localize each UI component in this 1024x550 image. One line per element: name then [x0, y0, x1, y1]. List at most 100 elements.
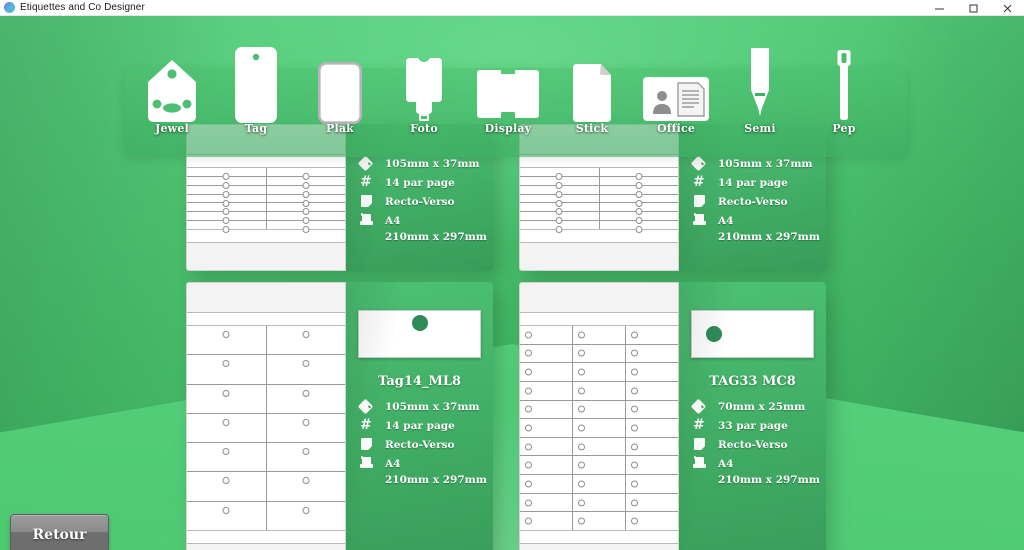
label-cell[interactable]: [573, 326, 626, 344]
label-cell[interactable]: [267, 414, 346, 442]
label-cell[interactable]: [520, 185, 600, 198]
toolbar-item-jewel[interactable]: Jewel: [126, 47, 218, 157]
label-cell[interactable]: [520, 381, 573, 400]
label-cell[interactable]: [626, 438, 678, 456]
label-cell[interactable]: [573, 493, 626, 512]
label-cell[interactable]: [267, 355, 346, 383]
label-cell[interactable]: [267, 195, 346, 207]
label-cell[interactable]: [187, 221, 267, 234]
label-cell[interactable]: [520, 363, 573, 381]
office-badge-icon: [636, 47, 716, 124]
label-grid-row: [187, 176, 346, 189]
label-cell[interactable]: [600, 212, 679, 225]
label-cell[interactable]: [626, 326, 678, 344]
label-cell[interactable]: [626, 401, 678, 419]
page-layout-preview[interactable]: [186, 282, 346, 550]
label-cell[interactable]: [187, 384, 267, 413]
label-cell[interactable]: [573, 419, 626, 437]
label-cell[interactable]: [520, 512, 573, 531]
label-cell[interactable]: [187, 168, 267, 180]
label-cell[interactable]: [187, 501, 267, 530]
toolbar-item-semi[interactable]: Semi: [714, 47, 806, 157]
label-cell[interactable]: [626, 512, 678, 530]
label-cell[interactable]: [520, 176, 600, 189]
label-cell[interactable]: [600, 168, 679, 180]
label-cell[interactable]: [187, 203, 267, 216]
label-cell[interactable]: [626, 419, 678, 437]
label-cell[interactable]: [573, 381, 626, 400]
label-cell[interactable]: [573, 344, 626, 363]
label-cell[interactable]: [573, 400, 626, 419]
close-button[interactable]: [990, 0, 1024, 16]
label-cell[interactable]: [520, 400, 573, 419]
label-cell[interactable]: [600, 177, 679, 189]
label-cell[interactable]: [520, 456, 573, 475]
label-cell[interactable]: [573, 475, 626, 493]
toolbar-item-tag[interactable]: Tag: [210, 47, 302, 157]
label-cell[interactable]: [600, 203, 679, 216]
label-cell[interactable]: [600, 186, 679, 198]
label-cell[interactable]: [520, 326, 573, 344]
label-cell[interactable]: [187, 472, 267, 501]
label-cell[interactable]: [187, 194, 267, 207]
label-cell[interactable]: [267, 326, 346, 354]
label-cell[interactable]: [187, 326, 267, 355]
label-cell[interactable]: [267, 385, 346, 413]
label-cell[interactable]: [267, 502, 346, 530]
toolbar-item-stick[interactable]: Stick: [546, 47, 638, 157]
label-cell[interactable]: [267, 168, 346, 180]
label-cell[interactable]: [626, 382, 678, 400]
maximize-button[interactable]: [956, 0, 990, 16]
label-cell[interactable]: [267, 443, 346, 471]
label-cell[interactable]: [520, 475, 573, 493]
label-cell[interactable]: [520, 419, 573, 437]
label-cell[interactable]: [520, 437, 573, 456]
label-cell[interactable]: [187, 443, 267, 472]
label-cell[interactable]: [520, 344, 573, 363]
label-cell[interactable]: [267, 212, 346, 225]
label-grid-row: [520, 212, 679, 225]
page-layout-preview[interactable]: [519, 282, 679, 550]
toolbar-item-plak[interactable]: Plak: [294, 47, 386, 157]
label-cell[interactable]: [520, 493, 573, 512]
minimize-button[interactable]: [922, 0, 956, 16]
label-hole-icon: [631, 405, 638, 413]
label-cell[interactable]: [267, 186, 346, 198]
toolbar-item-pep[interactable]: Pep: [798, 47, 890, 157]
toolbar-item-display[interactable]: Display: [462, 47, 554, 157]
label-cell[interactable]: [520, 203, 600, 216]
label-cell[interactable]: [520, 212, 600, 225]
label-cell[interactable]: [573, 456, 626, 475]
label-cell[interactable]: [573, 363, 626, 381]
label-cell[interactable]: [600, 221, 679, 234]
plak-sticker-icon: [300, 47, 380, 124]
label-cell[interactable]: [626, 475, 678, 493]
label-cell[interactable]: [520, 168, 600, 180]
label-cell[interactable]: [187, 212, 267, 225]
label-cell[interactable]: [573, 437, 626, 456]
label-cell[interactable]: [187, 176, 267, 189]
label-cell[interactable]: [520, 221, 600, 234]
label-cell[interactable]: [600, 195, 679, 207]
label-cell[interactable]: [187, 185, 267, 198]
product-card[interactable]: Tag14_ML8 105mm x 37mm #14 par page Recto-V…: [186, 282, 493, 550]
toolbar-item-foto[interactable]: Foto: [378, 47, 470, 157]
label-hole-icon: [222, 418, 230, 426]
label-cell[interactable]: [520, 194, 600, 207]
label-cell[interactable]: [573, 512, 626, 531]
label-cell[interactable]: [626, 456, 678, 474]
label-cell[interactable]: [626, 363, 678, 381]
label-grid-row: [520, 419, 678, 438]
label-cell[interactable]: [267, 177, 346, 189]
label-cell[interactable]: [267, 221, 346, 234]
label-cell[interactable]: [187, 355, 267, 384]
label-cell[interactable]: [187, 413, 267, 443]
label-cell[interactable]: [626, 345, 678, 363]
label-cell[interactable]: [267, 472, 346, 500]
toolbar-item-office[interactable]: Office: [630, 47, 722, 157]
product-card[interactable]: TAG33 MC8 70mm x 25mm #33 par page Recto-Ve…: [519, 282, 826, 550]
back-button[interactable]: Retour: [10, 514, 109, 550]
label-cell[interactable]: [267, 203, 346, 216]
label-grid-row: [520, 475, 678, 494]
label-cell[interactable]: [626, 494, 678, 512]
